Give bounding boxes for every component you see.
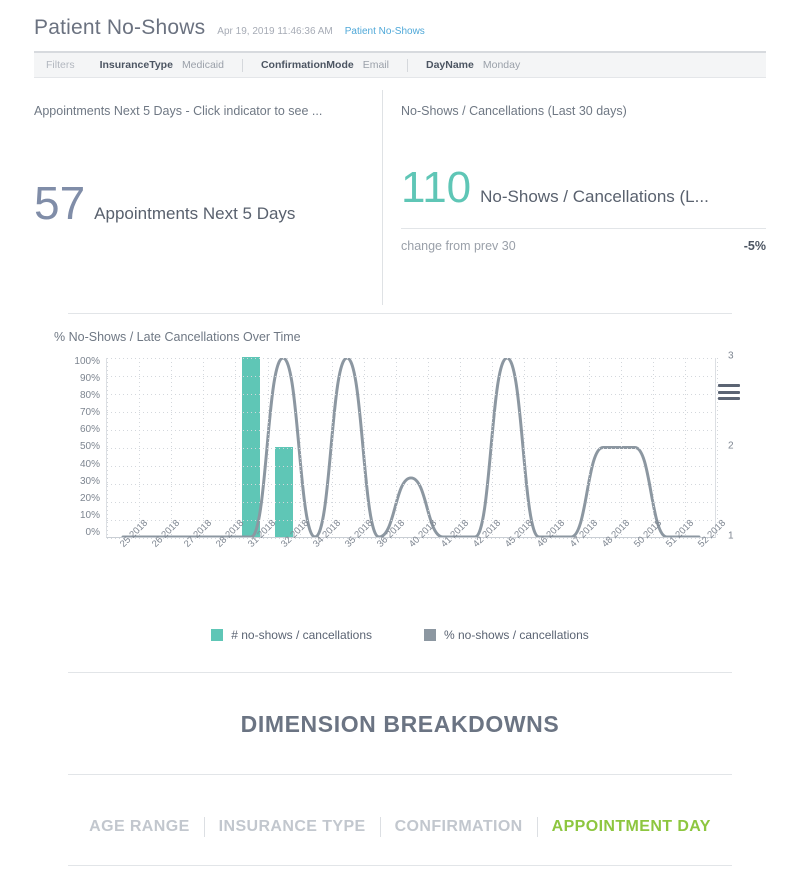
- filters-bar: Filters InsuranceType Medicaid Confirmat…: [34, 53, 766, 78]
- kpi-caption: No-Shows / Cancellations (Last 30 days): [401, 104, 627, 118]
- legend-swatch-icon: [424, 629, 436, 641]
- page-title: Patient No-Shows: [34, 16, 206, 39]
- filter-key-insurancetype[interactable]: InsuranceType: [100, 59, 173, 71]
- filter-key-dayname[interactable]: DayName: [426, 59, 474, 71]
- y-axis-left-tick: 50%: [79, 441, 100, 453]
- tab-appointment-day[interactable]: APPOINTMENT DAY: [538, 818, 725, 836]
- chart-title: % No-Shows / Late Cancellations Over Tim…: [54, 330, 301, 344]
- filter-divider: [241, 58, 243, 72]
- chart-menu-icon[interactable]: [718, 384, 740, 400]
- y-axis-left-tick: 90%: [79, 373, 100, 385]
- tab-confirmation[interactable]: CONFIRMATION: [381, 818, 537, 836]
- section-divider: [68, 774, 732, 775]
- y-axis-right-tick: 3: [728, 350, 734, 362]
- legend-item-percent[interactable]: % no-shows / cancellations: [424, 628, 589, 642]
- x-axis: 25 2018 26 2018 27 2018 28 2018 31 2018 32 20…: [106, 518, 728, 597]
- line-series-layer: [107, 358, 715, 537]
- y-axis-right-tick: 1: [728, 530, 734, 542]
- chart-legend: # no-shows / cancellations % no-shows / …: [0, 628, 800, 642]
- kpi-body: 110 No-Shows / Cancellations (L...: [401, 166, 766, 210]
- filter-value-confirmationmode[interactable]: Email: [363, 59, 389, 71]
- y-axis-left-tick: 10%: [79, 509, 100, 521]
- header-timestamp: Apr 19, 2019 11:46:36 AM: [217, 26, 333, 37]
- breakdowns-title: DIMENSION BREAKDOWNS: [240, 711, 560, 737]
- kpi-body: 57 Appointments Next 5 Days: [34, 180, 364, 226]
- y-axis-left: 100% 90% 80% 70% 60% 50% 40% 30% 20% 10% 0%: [48, 356, 100, 538]
- y-axis-left-tick: 70%: [79, 407, 100, 419]
- legend-item-count[interactable]: # no-shows / cancellations: [211, 628, 372, 642]
- filter-value-insurancetype[interactable]: Medicaid: [182, 59, 224, 71]
- section-divider: [68, 672, 732, 673]
- breakdown-tabs: AGE RANGE INSURANCE TYPE CONFIRMATION APPOI…: [0, 817, 800, 837]
- kpi-footer: change from prev 30 -5%: [401, 228, 766, 253]
- kpi-card-noshows[interactable]: No-Shows / Cancellations (Last 30 days) …: [382, 90, 766, 305]
- kpi-value: 57: [34, 177, 86, 229]
- kpi-label: Appointments Next 5 Days: [94, 204, 296, 223]
- section-divider: [68, 865, 732, 866]
- y-axis-left-tick: 60%: [79, 424, 100, 436]
- y-axis-right-tick: 2: [728, 440, 734, 452]
- kpi-row: Appointments Next 5 Days - Click indicat…: [34, 90, 766, 305]
- filter-divider: [406, 58, 408, 72]
- tab-age-range[interactable]: AGE RANGE: [75, 818, 204, 836]
- legend-swatch-icon: [211, 629, 224, 641]
- page-header: Patient No-Shows Apr 19, 2019 11:46:36 A…: [0, 0, 800, 48]
- y-axis-left-tick: 100%: [74, 356, 100, 367]
- kpi-label: No-Shows / Cancellations (L...: [480, 187, 709, 206]
- legend-label: # no-shows / cancellations: [231, 628, 372, 642]
- y-axis-left-tick: 80%: [79, 390, 100, 402]
- kpi-caption: Appointments Next 5 Days - Click indicat…: [34, 104, 323, 118]
- dimension-breakdowns-section: DIMENSION BREAKDOWNS AGE RANGE INSURANCE …: [0, 672, 800, 866]
- chart-container: 100% 90% 80% 70% 60% 50% 40% 30% 20% 10% 0% 321 25…: [0, 351, 800, 556]
- y-axis-left-tick: 40%: [79, 458, 100, 470]
- tab-insurance-type[interactable]: INSURANCE TYPE: [205, 818, 380, 836]
- section-divider: [68, 313, 732, 314]
- filters-label: Filters: [46, 59, 75, 71]
- y-axis-left-tick: 20%: [79, 492, 100, 504]
- kpi-value: 110: [401, 163, 472, 212]
- legend-label: % no-shows / cancellations: [444, 628, 589, 642]
- chart-plot-area[interactable]: [106, 357, 718, 539]
- filter-value-dayname[interactable]: Monday: [483, 59, 520, 71]
- kpi-change-label: change from prev 30: [401, 239, 516, 253]
- kpi-change-value: -5%: [743, 239, 766, 253]
- filter-key-confirmationmode[interactable]: ConfirmationMode: [261, 59, 354, 71]
- y-axis-left-tick: 30%: [79, 475, 100, 487]
- y-axis-left-tick: 0%: [85, 526, 100, 538]
- header-dashboard-link[interactable]: Patient No-Shows: [345, 26, 425, 37]
- kpi-card-appointments[interactable]: Appointments Next 5 Days - Click indicat…: [34, 90, 382, 305]
